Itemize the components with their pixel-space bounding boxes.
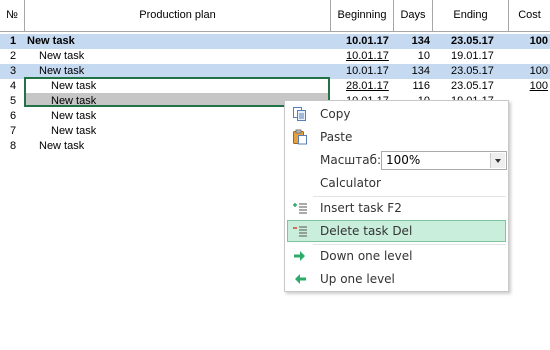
ending-date[interactable]: 19.01.17 [451,49,494,64]
context-menu: Copy Paste Масштаб: 100% Calculator Inse… [284,100,509,292]
ending-date[interactable]: 23.05.17 [451,34,494,49]
scale-select[interactable]: 100% [381,151,507,170]
row-number: 4 [10,80,17,92]
beginning-date[interactable]: 10.01.17 [346,64,389,79]
cost-value[interactable]: 100 [510,34,548,49]
arrow-left-icon [292,271,308,287]
row-number: 3 [10,65,17,77]
task-name[interactable]: New task [39,49,84,64]
task-name[interactable]: New task [39,139,84,154]
cost-value[interactable] [510,49,548,64]
days-value[interactable]: 10 [400,49,430,64]
delete-task-label: Delete task Del [320,224,413,238]
ending-date[interactable]: 23.05.17 [451,64,494,79]
beginning-date[interactable]: 28.01.17 [346,79,389,94]
down-level-menu-item[interactable]: Down one level [287,245,506,267]
chevron-down-icon[interactable] [490,153,505,168]
delete-row-icon [292,223,308,239]
copy-icon [292,106,308,122]
scale-row: Масштаб: 100% [287,149,507,171]
column-header-number[interactable]: № [0,0,24,31]
scale-label: Масштаб: [320,153,382,167]
arrow-right-icon [292,248,308,264]
days-value[interactable]: 134 [400,64,430,79]
cost-value[interactable] [510,94,548,109]
column-header-plan[interactable]: Production plan [25,0,330,31]
table-row[interactable]: 2 New task 10.01.17 10 19.01.17 [0,49,550,64]
down-level-label: Down one level [320,249,413,263]
days-value[interactable]: 134 [400,34,430,49]
copy-label: Copy [320,107,351,121]
scale-value: 100% [386,153,421,167]
calculator-label: Calculator [320,176,381,190]
row-number: 8 [10,140,17,152]
up-level-label: Up one level [320,272,395,286]
row-number: 2 [10,50,17,62]
row-number: 7 [10,125,17,137]
column-header-cost[interactable]: Cost [509,0,550,31]
task-name[interactable]: New task [51,124,96,139]
task-name[interactable]: New task [51,109,96,124]
cost-value[interactable]: 100 [510,79,548,94]
insert-row-icon [292,200,308,216]
beginning-date[interactable]: 10.01.17 [346,34,389,49]
insert-task-label: Insert task F2 [320,201,402,215]
paste-menu-item[interactable]: Paste [287,126,506,148]
insert-task-menu-item[interactable]: Insert task F2 [287,197,506,219]
up-level-menu-item[interactable]: Up one level [287,268,506,290]
row-number: 6 [10,110,17,122]
row-number: 5 [10,95,17,107]
column-header-ending[interactable]: Ending [433,0,508,31]
paste-icon [292,129,308,145]
ending-date[interactable]: 23.05.17 [451,79,494,94]
beginning-date[interactable]: 10.01.17 [346,49,389,64]
calculator-menu-item[interactable]: Calculator [287,172,506,194]
cost-value[interactable]: 100 [510,64,548,79]
row-number: 1 [10,35,17,47]
paste-label: Paste [320,130,353,144]
column-header-beginning[interactable]: Beginning [331,0,393,31]
days-value[interactable]: 116 [400,79,430,94]
task-name[interactable]: New task [27,34,75,49]
delete-task-menu-item[interactable]: Delete task Del [287,220,506,242]
table-header: № Production plan Beginning Days Ending … [0,0,550,32]
copy-menu-item[interactable]: Copy [287,103,506,125]
table-row[interactable]: 1 New task 10.01.17 134 23.05.17 100 [0,34,550,49]
column-header-days[interactable]: Days [394,0,432,31]
